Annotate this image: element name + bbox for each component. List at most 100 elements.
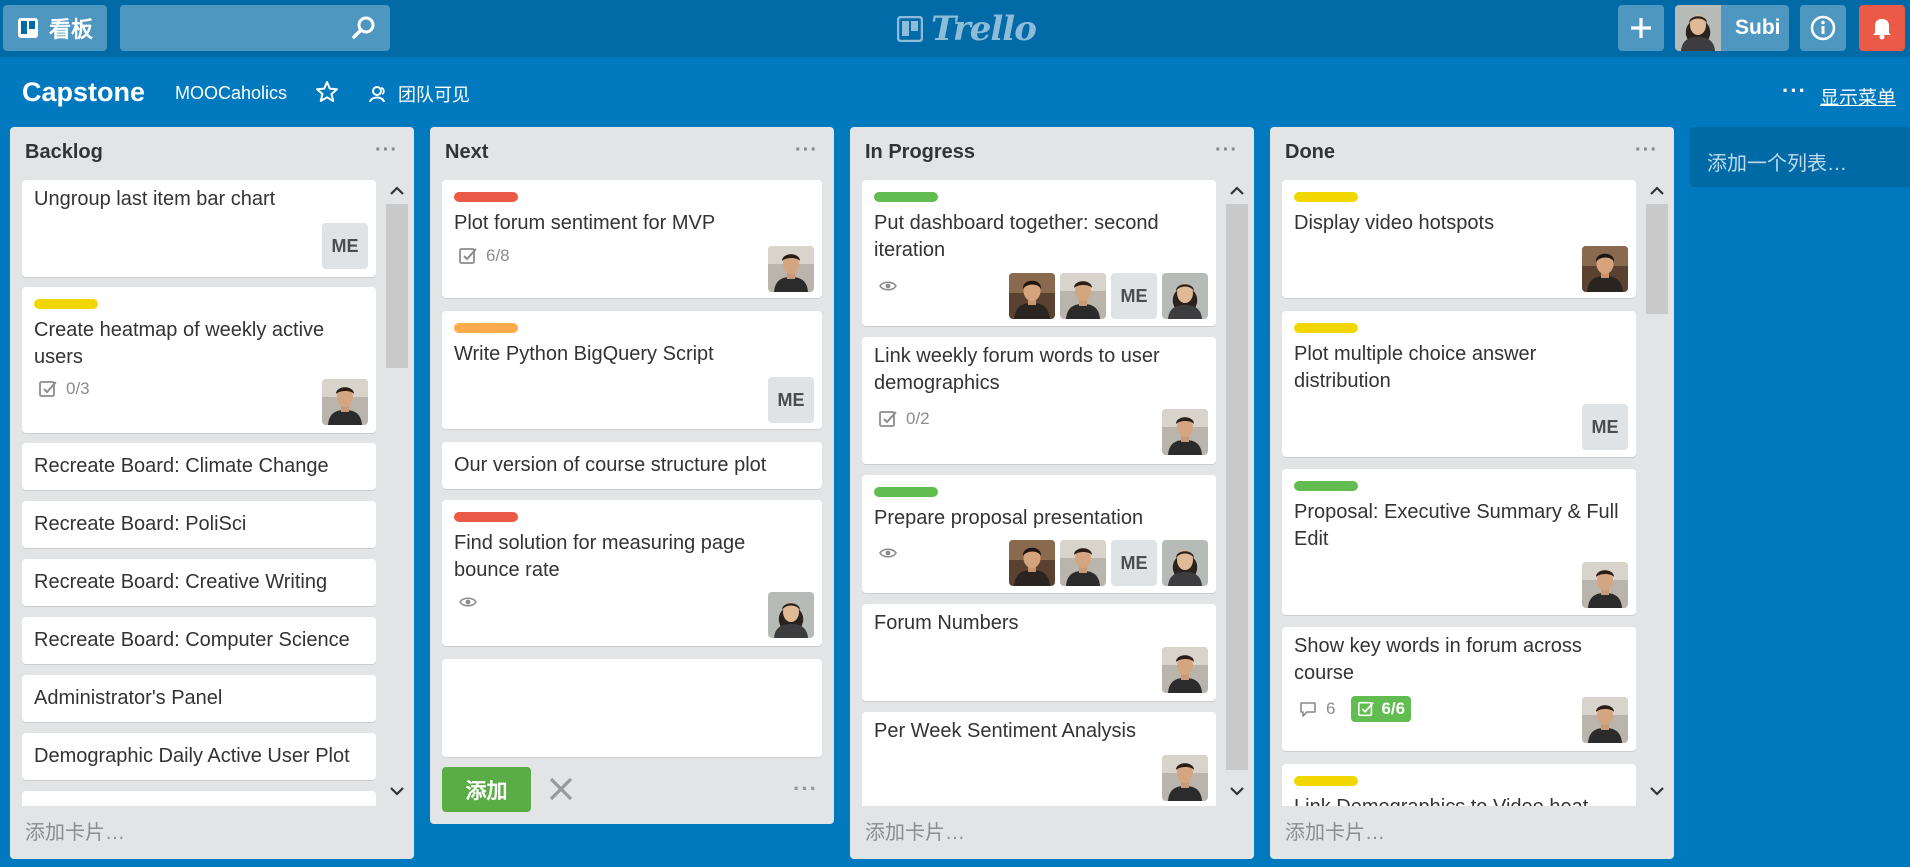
card[interactable]: Demographic Daily Active User Plot	[22, 733, 376, 780]
card[interactable]: Show key words in forum across course 6 …	[1282, 627, 1636, 751]
list-scrollbar[interactable]	[1224, 178, 1250, 806]
member-initials[interactable]: ME	[1582, 404, 1628, 450]
card[interactable]	[22, 791, 376, 806]
list-title: In Progress	[865, 141, 976, 163]
scroll-down-icon[interactable]	[388, 782, 406, 800]
card-label-red	[454, 512, 518, 522]
card[interactable]: Administrator's Panel	[22, 675, 376, 722]
card[interactable]: Per Week Sentiment Analysis	[862, 712, 1216, 806]
card[interactable]: Our version of course structure plot	[442, 442, 822, 489]
list-menu-icon[interactable]: ···	[375, 139, 398, 162]
card-members	[1162, 755, 1208, 801]
member-avatar[interactable]	[1162, 647, 1208, 693]
member-avatar[interactable]	[1162, 755, 1208, 801]
card[interactable]: Recreate Board: Creative Writing	[22, 559, 376, 606]
card[interactable]: Display video hotspots	[1282, 180, 1636, 298]
card[interactable]: Put dashboard together: second iteration…	[862, 180, 1216, 326]
checklist-complete-badge: 6/6	[1351, 696, 1412, 722]
card[interactable]: Plot multiple choice answer distribution…	[1282, 311, 1636, 457]
card-title: Recreate Board: Climate Change	[34, 455, 329, 477]
member-avatar[interactable]	[1582, 246, 1628, 292]
card[interactable]: Ungroup last item bar chart ME	[22, 180, 376, 277]
list-header[interactable]: Backlog ···	[10, 127, 414, 178]
scroll-thumb[interactable]	[386, 204, 408, 368]
member-avatar[interactable]	[322, 379, 368, 425]
list-header[interactable]: Next ···	[430, 127, 834, 178]
member-avatar[interactable]	[768, 592, 814, 638]
card[interactable]: Link Demographics to Video heat	[1282, 764, 1636, 806]
list-menu-icon[interactable]: ···	[795, 139, 818, 162]
card[interactable]: Write Python BigQuery Script ME	[442, 311, 822, 429]
menu-dots-icon[interactable]: ···	[1782, 78, 1807, 104]
card-title: Link weekly forum words to user demograp…	[874, 345, 1160, 394]
card[interactable]: Create heatmap of weekly active users 0/…	[22, 287, 376, 433]
scroll-up-icon[interactable]	[1228, 182, 1246, 200]
trello-logo[interactable]: Trello	[897, 9, 1037, 49]
card[interactable]: Plot forum sentiment for MVP 6/8	[442, 180, 822, 298]
card-title: Plot multiple choice answer distribution	[1294, 343, 1537, 392]
member-avatar[interactable]	[1162, 273, 1208, 319]
add-card-button[interactable]: 添加	[442, 767, 531, 812]
card[interactable]: Forum Numbers	[862, 604, 1216, 701]
member-avatar[interactable]	[768, 246, 814, 292]
member-avatar[interactable]	[1009, 273, 1055, 319]
visibility-button[interactable]: 团队可见	[368, 81, 470, 107]
card[interactable]: Recreate Board: Climate Change	[22, 443, 376, 490]
checklist-count: 6/8	[486, 246, 510, 265]
create-button[interactable]	[1618, 5, 1664, 51]
scroll-thumb[interactable]	[1226, 204, 1248, 770]
add-card-link[interactable]: 添加卡片…	[25, 816, 125, 845]
add-card-link[interactable]: 添加卡片…	[865, 816, 965, 845]
scroll-up-icon[interactable]	[388, 182, 406, 200]
list-scrollbar[interactable]	[384, 178, 410, 806]
notifications-button[interactable]	[1859, 5, 1905, 51]
card-members: ME	[1009, 273, 1208, 319]
new-card-composer[interactable]	[442, 659, 822, 757]
member-initials[interactable]: ME	[1111, 540, 1157, 586]
member-initials[interactable]: ME	[768, 377, 814, 423]
member-menu-button[interactable]: Subi	[1675, 5, 1789, 51]
member-avatar[interactable]	[1582, 562, 1628, 608]
list-header[interactable]: Done ···	[1270, 127, 1674, 178]
show-menu-link[interactable]: 显示菜单	[1820, 83, 1896, 110]
member-avatar[interactable]	[1060, 273, 1106, 319]
card[interactable]: Prepare proposal presentation ME	[862, 475, 1216, 593]
member-initials[interactable]: ME	[322, 223, 368, 269]
list-menu-icon[interactable]: ···	[1635, 139, 1658, 162]
info-button[interactable]	[1800, 5, 1846, 51]
scroll-up-icon[interactable]	[1648, 182, 1666, 200]
card-label-yellow	[1294, 323, 1358, 333]
card[interactable]: Recreate Board: Computer Science	[22, 617, 376, 664]
card[interactable]: Proposal: Executive Summary & Full Edit	[1282, 469, 1636, 615]
card[interactable]: Link weekly forum words to user demograp…	[862, 337, 1216, 464]
card-members	[768, 246, 814, 292]
card[interactable]: Find solution for measuring page bounce …	[442, 500, 822, 646]
search-icon[interactable]	[350, 14, 378, 42]
member-avatar[interactable]	[1162, 540, 1208, 586]
member-avatar[interactable]	[1162, 409, 1208, 455]
star-icon[interactable]	[315, 80, 339, 104]
list-in-progress: In Progress ··· Put dashboard together: …	[850, 127, 1254, 859]
member-avatar[interactable]	[1009, 540, 1055, 586]
member-avatar[interactable]	[1060, 540, 1106, 586]
member-avatar[interactable]	[1582, 697, 1628, 743]
add-card-link[interactable]: 添加卡片…	[1285, 816, 1385, 845]
member-initials[interactable]: ME	[1111, 273, 1157, 319]
board-title[interactable]: Capstone	[22, 77, 145, 108]
board-team[interactable]: MOOCaholics	[175, 83, 287, 104]
card-title: Administrator's Panel	[34, 687, 223, 709]
boards-button[interactable]: 看板	[3, 5, 107, 51]
card[interactable]: Recreate Board: PoliSci	[22, 501, 376, 548]
card-title: Find solution for measuring page bounce …	[454, 532, 746, 581]
add-list-button[interactable]: 添加一个列表…	[1690, 127, 1910, 187]
info-icon	[1810, 15, 1836, 41]
list-menu-icon[interactable]: ···	[1215, 139, 1238, 162]
scroll-thumb[interactable]	[1646, 204, 1668, 314]
list-scrollbar[interactable]	[1644, 178, 1670, 806]
close-icon[interactable]	[546, 774, 576, 804]
scroll-down-icon[interactable]	[1228, 782, 1246, 800]
scroll-down-icon[interactable]	[1648, 782, 1666, 800]
composer-options-icon[interactable]: ···	[793, 776, 818, 802]
card-label-orange	[454, 323, 518, 333]
list-header[interactable]: In Progress ···	[850, 127, 1254, 178]
